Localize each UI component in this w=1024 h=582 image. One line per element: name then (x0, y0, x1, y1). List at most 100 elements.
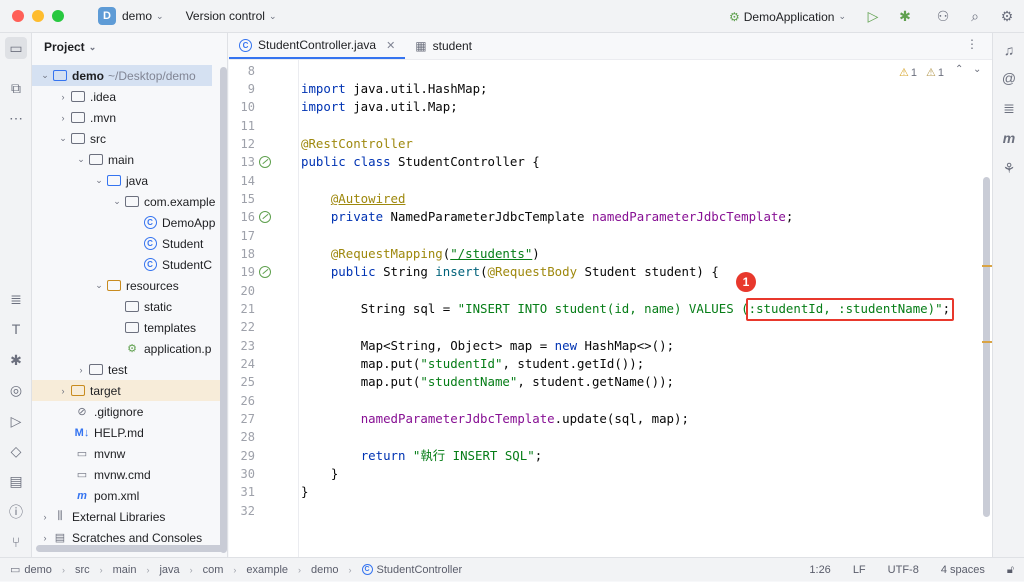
indent-setting[interactable]: 4 spaces (941, 564, 985, 576)
close-window-button[interactable] (12, 10, 24, 22)
search-icon[interactable]: ⌕ (964, 6, 986, 28)
settings-gear-icon[interactable]: ⚙ (996, 6, 1018, 28)
version-control-menu[interactable]: Version control ⌄ (186, 9, 277, 23)
debug-icon[interactable]: ✱ (894, 6, 916, 28)
tree-item-label: Student (162, 236, 204, 251)
tree-item-target[interactable]: › target (32, 380, 227, 401)
notifications-bell-icon[interactable]: ♫ (998, 39, 1020, 61)
breadcrumb-item[interactable]: main (113, 564, 137, 576)
cursor-position[interactable]: 1:26 (809, 564, 830, 576)
tree-item-java[interactable]: ⌄ java (32, 170, 227, 191)
tree-item-mvnw-cmd[interactable]: ▭ mvnw.cmd (32, 464, 227, 485)
code-line-15: @Autowired (330, 191, 406, 206)
tree-item-pom-xml[interactable]: m pom.xml (32, 485, 227, 506)
breadcrumb-item[interactable]: src (75, 564, 90, 576)
tree-item-test[interactable]: › test (32, 359, 227, 380)
code-editor[interactable]: 8 9 10 11 12 13 14 15 16 17 18 19 20 21 … (229, 60, 992, 557)
tree-item-src[interactable]: ⌄ src (32, 128, 227, 149)
spring-bean-gutter-icon[interactable] (259, 156, 271, 168)
warning-indicator[interactable]: ⚠ 1 (899, 66, 917, 80)
run-icon[interactable]: ▷ (862, 6, 884, 28)
tree-item-static[interactable]: static (32, 296, 227, 317)
breadcrumb-item[interactable]: demo (24, 564, 52, 576)
run-tool-icon[interactable]: ▷ (5, 410, 27, 432)
previous-highlight-icon[interactable]: ⌃ (955, 64, 963, 75)
project-switcher[interactable]: demo ⌄ (122, 9, 164, 23)
maven-icon[interactable]: m (998, 127, 1020, 149)
tree-item-idea[interactable]: › .idea (32, 86, 227, 107)
close-tab-icon[interactable]: ✕ (386, 39, 395, 52)
services-icon[interactable]: ◎ (5, 379, 27, 401)
ai-assistant-icon[interactable]: @ (998, 67, 1020, 89)
breadcrumb-item[interactable]: com (203, 564, 224, 576)
tab-label: StudentController.java (258, 38, 377, 52)
structure-tool-icon[interactable]: ⧉ (5, 77, 27, 99)
project-panel-title: Project (44, 40, 85, 54)
tree-item-application-properties[interactable]: ⚙ application.p (32, 338, 227, 359)
tree-item-main[interactable]: ⌄ main (32, 149, 227, 170)
breadcrumb-item[interactable]: example (246, 564, 288, 576)
project-horizontal-scrollbar[interactable] (36, 545, 224, 552)
readonly-lock-icon[interactable]: 🔓︎ (1007, 564, 1014, 577)
more-tools-icon[interactable]: ⋯ (5, 107, 27, 129)
zoom-window-button[interactable] (52, 10, 64, 22)
layers-icon[interactable]: ◇ (5, 440, 27, 462)
database-icon[interactable]: ≣ (5, 288, 27, 310)
spring-autowired-gutter-icon[interactable] (259, 211, 271, 223)
tree-item-demo[interactable]: ⌄ demo ~/Desktop/demo (32, 65, 212, 86)
tree-item-resources[interactable]: ⌄ resources (32, 275, 227, 296)
spring-endpoint-gutter-icon[interactable] (259, 266, 271, 278)
tree-item-package[interactable]: ⌄ com.example (32, 191, 227, 212)
build-hammer-icon[interactable]: T (5, 318, 27, 340)
breadcrumb-item[interactable]: demo (311, 564, 339, 576)
problems-icon[interactable]: ⓘ (5, 501, 27, 523)
tree-item-mvn[interactable]: › .mvn (32, 107, 227, 128)
folder-icon (88, 363, 104, 377)
tab-studentcontroller[interactable]: C StudentController.java ✕ (229, 33, 406, 59)
tab-student-table[interactable]: ▦ student (405, 33, 482, 59)
next-highlight-icon[interactable]: ⌄ (973, 64, 981, 75)
tree-item-mvnw[interactable]: ▭ mvnw (32, 443, 227, 464)
tree-item-studentcontroller[interactable]: C StudentC (32, 254, 227, 275)
code-line-12: @RestController (301, 136, 413, 151)
code-line-23: Map<String, Object> map = new HashMap<>(… (360, 338, 675, 353)
more-tabs-icon[interactable]: ⋮ (966, 37, 978, 51)
file-encoding[interactable]: UTF-8 (888, 564, 919, 576)
line-number: 30 (240, 467, 255, 481)
tree-item-label: mvnw.cmd (94, 467, 151, 482)
editor-vertical-scrollbar[interactable] (983, 177, 990, 517)
tree-item-gitignore[interactable]: ⊘ .gitignore (32, 401, 227, 422)
warning-stripe-marker[interactable] (982, 265, 992, 267)
database-icon[interactable]: ≣ (998, 97, 1020, 119)
weak-warning-indicator[interactable]: ⚠ 1 (926, 66, 944, 80)
libraries-icon: ⫼ (57, 510, 63, 522)
line-number: 27 (240, 412, 255, 426)
breadcrumb-item[interactable]: StudentController (377, 564, 463, 576)
debug-tool-icon[interactable]: ✱ (5, 349, 27, 371)
python-icon[interactable]: ⚘ (998, 157, 1020, 179)
run-config-selector[interactable]: ⚙ DemoApplication ⌄ (729, 10, 846, 24)
line-ending[interactable]: LF (853, 564, 866, 576)
chevron-right-icon: › (61, 91, 65, 102)
warning-stripe-marker[interactable] (982, 341, 992, 343)
terminal-icon[interactable]: ▤ (5, 470, 27, 492)
tree-item-templates[interactable]: templates (32, 317, 227, 338)
project-badge[interactable]: D (98, 7, 116, 25)
tree-item-external-libraries[interactable]: › ⫼ External Libraries (32, 506, 227, 527)
git-branch-icon[interactable]: ⑂ (5, 531, 27, 553)
add-user-icon[interactable]: ⚇ (932, 6, 954, 28)
project-panel-header[interactable]: Project ⌄ (32, 33, 227, 61)
spring-app-class-icon: C (142, 216, 158, 230)
tree-item-help-md[interactable]: M↓ HELP.md (32, 422, 227, 443)
tree-item-student[interactable]: C Student (32, 233, 227, 254)
breadcrumb-item[interactable]: java (159, 564, 179, 576)
project-vertical-scrollbar[interactable] (220, 67, 227, 553)
tree-item-label: .idea (90, 89, 117, 104)
line-number: 13 (240, 155, 255, 169)
folder-icon: ▭ (10, 564, 21, 576)
minimize-window-button[interactable] (32, 10, 44, 22)
project-tool-icon[interactable]: ▭ (5, 37, 27, 59)
tree-item-label: .gitignore (94, 404, 144, 419)
tree-item-demoapp[interactable]: C DemoApp (32, 212, 227, 233)
chevron-down-icon: ⌄ (88, 41, 97, 52)
